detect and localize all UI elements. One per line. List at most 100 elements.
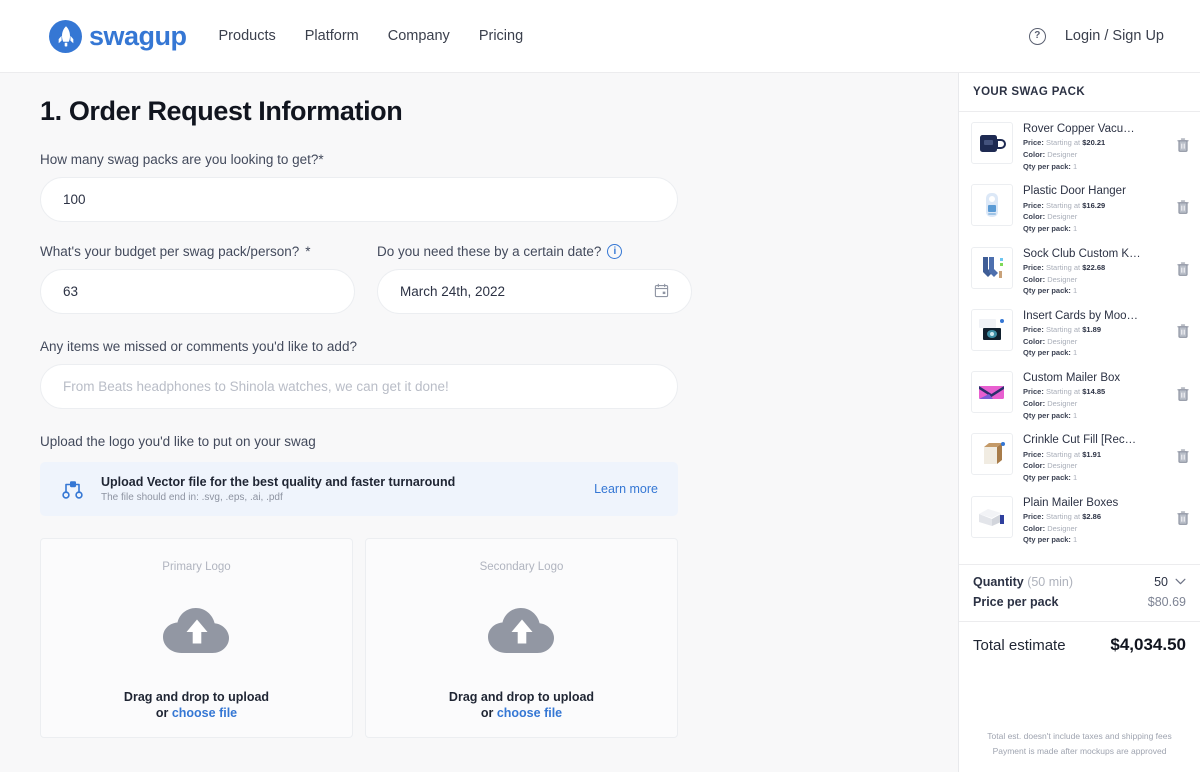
login-signup-link[interactable]: Login / Sign Up [1065,28,1164,44]
comments-question-label: Any items we missed or comments you'd li… [40,339,357,354]
required-asterisk: * [305,244,311,259]
item-meta: Price: Starting at $16.29 Color: Designer… [1023,200,1141,235]
nav-item-company[interactable]: Company [388,28,450,44]
secondary-logo-dropzone[interactable]: Secondary Logo Drag and drop to upload o… [365,538,678,738]
item-color-row: Color: Designer [1023,460,1141,472]
swag-pack-item-list[interactable]: Rover Copper Vacuum In... Price: Starting… [959,112,1200,565]
banner-title: Upload Vector file for the best quality … [101,475,456,489]
item-name: Crinkle Cut Fill [Recomm... [1023,434,1141,447]
dropzone-choose-row: or choose file [124,706,269,720]
cloud-upload-icon [486,601,558,662]
item-name: Plain Mailer Boxes [1023,496,1119,509]
swag-pack-list-item[interactable]: Insert Cards by Moo - 5" ... Price: Start… [959,303,1200,365]
door-hanger-thumbnail [971,184,1013,227]
footnote-line-2: Payment is made after mockups are approv… [992,745,1167,756]
trash-icon[interactable] [1176,386,1190,407]
color-label: Color: [1023,150,1046,159]
primary-logo-dropzone[interactable]: Primary Logo Drag and drop to upload or … [40,538,353,738]
trash-icon[interactable] [1176,448,1190,469]
logo[interactable]: swagup [49,19,187,53]
date-input[interactable]: March 24th, 2022 [377,269,692,314]
item-color: Designer [1047,523,1078,533]
swag-pack-list-item[interactable]: Rover Copper Vacuum In... Price: Starting… [959,116,1200,178]
nav-item-products[interactable]: Products [219,28,276,44]
totals-section: Quantity (50 min) 50 Price per pack $80.… [959,565,1200,615]
swag-pack-list-item[interactable]: Crinkle Cut Fill [Recomm... Price: Starti… [959,427,1200,489]
quantity-question-label: How many swag packs are you looking to g… [40,152,958,167]
insert-card-thumbnail [971,308,1013,351]
comments-input[interactable]: From Beats headphones to Shinola watches… [40,364,678,409]
swag-pack-list-item[interactable]: Plastic Door Hanger Price: Starting at $1… [959,178,1200,240]
item-qty-row: Qty per pack: 1 [1023,410,1141,422]
dropzone-choose-row: or choose file [449,706,594,720]
item-meta: Price: Starting at $20.21 Color: Designer… [1023,137,1141,172]
qty-label: Qty per pack: [1023,535,1071,545]
item-name: Rover Copper Vacuum In... [1023,123,1141,135]
quantity-label: Quantity (50 min) [973,575,1073,589]
item-meta: Price: Starting at $2.86 Color: Designer Q… [1023,511,1141,546]
qty-label: Qty per pack: [1023,161,1071,171]
color-label: Color: [1023,212,1046,222]
quantity-value[interactable]: 50 [1154,575,1168,589]
item-color-row: Color: Designer [1023,336,1141,348]
item-qty: 1 [1073,161,1078,171]
quantity-input[interactable]: 100 [40,177,678,222]
learn-more-link[interactable]: Learn more [594,482,658,496]
trash-icon[interactable] [1176,199,1190,220]
dropzone-instruction: Drag and drop to upload [123,690,270,704]
item-price: $1.89 [1082,325,1102,335]
item-color-row: Color: Designer [1023,274,1141,286]
item-price: $2.86 [1082,511,1102,521]
trash-icon[interactable] [1176,323,1190,344]
item-name: Custom Mailer Box [1023,372,1121,384]
sidebar-heading: YOUR SWAG PACK [959,73,1200,112]
trash-icon[interactable] [1176,261,1190,282]
item-info: Custom Mailer Box Price: Starting at $14.… [1023,371,1141,421]
nav-item-platform[interactable]: Platform [305,28,359,44]
item-meta: Price: Starting at $14.85 Color: Designer… [1023,386,1141,421]
item-qty: 1 [1073,348,1078,358]
calendar-icon[interactable] [654,283,669,301]
qty-label: Qty per pack: [1023,472,1071,482]
item-qty: 1 [1073,410,1078,420]
info-icon[interactable]: i [607,244,623,259]
item-info: Sock Club Custom Knit S... Price: Startin… [1023,247,1141,297]
question-mark-icon[interactable]: ? [1028,27,1046,45]
budget-input[interactable]: 63 [40,269,355,314]
header-actions: ? Login / Sign Up [1028,27,1164,45]
item-meta: Price: Starting at $22.68 Color: Designer… [1023,262,1141,297]
price-label: Price: [1023,449,1044,459]
qty-label: Qty per pack: [1023,410,1071,420]
trash-icon[interactable] [1176,137,1190,158]
choose-file-link[interactable]: choose file [497,706,562,720]
item-info: Plain Mailer Boxes Price: Starting at $2.… [1023,496,1141,546]
swag-pack-list-item[interactable]: Custom Mailer Box Price: Starting at $14.… [959,365,1200,427]
quantity-question-text: How many swag packs are you looking to g… [40,152,319,167]
item-color: Designer [1047,274,1078,284]
nav-item-pricing[interactable]: Pricing [479,28,523,44]
swag-pack-list-item[interactable]: Plain Mailer Boxes Price: Starting at $2.… [959,490,1200,552]
page-title: 1. Order Request Information [40,96,403,126]
rocket-icon [49,19,82,53]
dropzone-instruction: Drag and drop to upload [448,690,595,704]
item-price: $16.29 [1082,200,1106,210]
swag-pack-list-item[interactable]: Sock Club Custom Knit S... Price: Startin… [959,241,1200,303]
item-price-row: Price: Starting at $22.68 [1023,262,1141,274]
rocket-glyph [58,26,73,47]
swag-pack-sidebar: YOUR SWAG PACK Rover Copper Vacuum In...… [958,73,1200,772]
item-info: Crinkle Cut Fill [Recomm... Price: Starti… [1023,433,1141,483]
banner-subtitle: The file should end in: .svg, .eps, .ai,… [101,492,283,503]
crinkle-fill-thumbnail [971,433,1013,476]
budget-and-date-row: What's your budget per swag pack/person?… [0,244,958,314]
item-color: Designer [1047,461,1078,471]
dropzone-cta: Drag and drop to upload or choose file [449,690,594,720]
choose-file-link[interactable]: choose file [172,706,237,720]
chevron-down-icon[interactable] [1175,577,1186,588]
quantity-input-value: 100 [63,192,86,207]
budget-field-group: What's your budget per swag pack/person?… [40,244,355,314]
price-prefix: Starting at [1045,200,1081,210]
trash-icon[interactable] [1176,510,1190,531]
price-prefix: Starting at [1045,138,1081,148]
item-price: $22.68 [1082,262,1106,272]
price-label: Price: [1023,138,1044,148]
